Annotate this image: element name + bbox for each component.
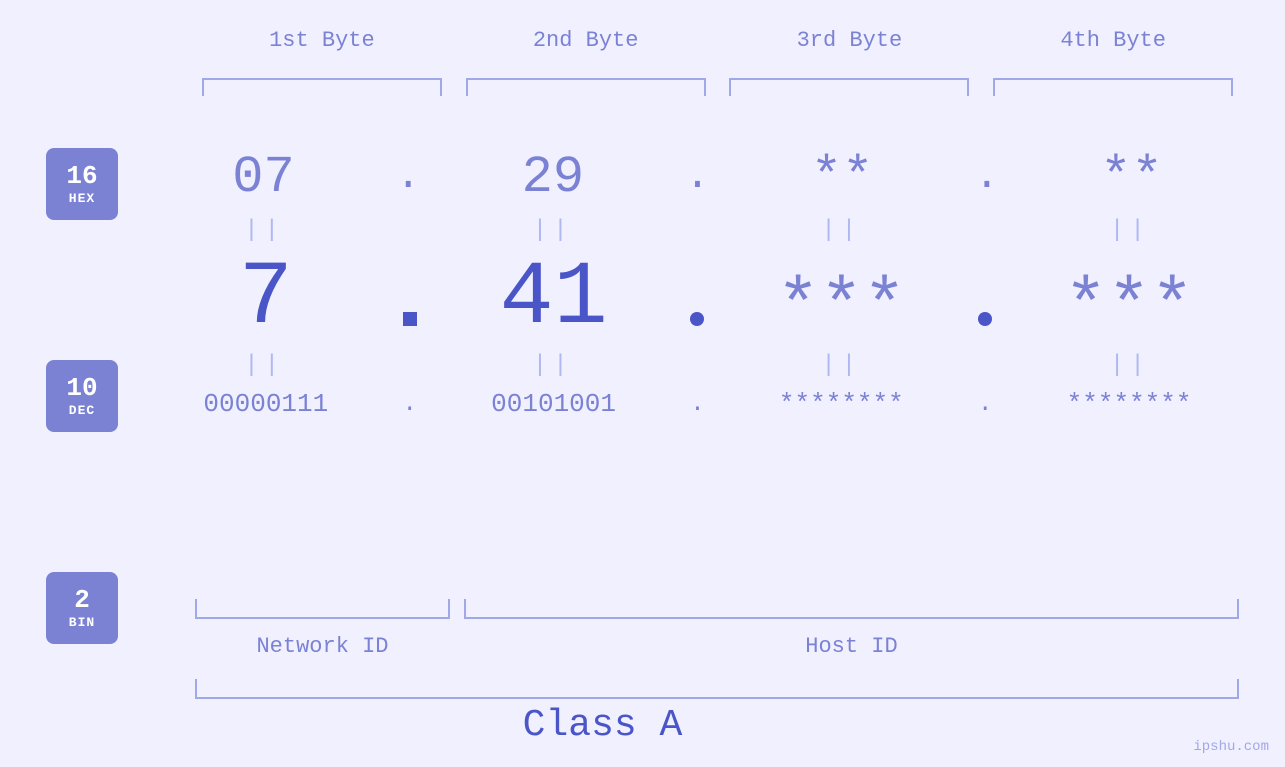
hex-byte1-cell: 07 [149,148,379,207]
dec-byte1-cell: 7 [151,254,381,344]
bin-byte4-cell: ******** [1014,389,1244,419]
main-container: 1st Byte 2nd Byte 3rd Byte 4th Byte 16 H… [0,0,1285,767]
bracket-byte4 [993,78,1233,96]
badge-dec: 10 DEC [46,360,118,432]
bracket-byte3 [729,78,969,96]
bin-dot3: . [978,391,992,418]
network-id-label: Network ID [195,634,450,659]
hex-byte2-cell: 29 [438,148,668,207]
hex-dot1: . [396,152,421,204]
hex-dot2: . [685,152,710,204]
col-header-byte1: 1st Byte [197,28,447,53]
bracket-host-id [464,599,1239,619]
watermark: ipshu.com [1193,739,1269,755]
equals-1-b1: || [150,217,380,244]
dec-byte4-value: *** [1064,267,1194,349]
bin-byte2-value: 00101001 [491,389,616,419]
badge-hex-num: 16 [66,162,97,191]
col-header-byte2: 2nd Byte [461,28,711,53]
dec-byte2-value: 41 [500,248,608,350]
class-a-label: Class A [0,704,1205,747]
badge-bin: 2 BIN [46,572,118,644]
dec-dot1-container [403,312,417,344]
dec-byte1-value: 7 [239,248,293,350]
hex-byte4-cell: ** [1016,148,1246,207]
col-header-byte4: 4th Byte [988,28,1238,53]
column-headers: 1st Byte 2nd Byte 3rd Byte 4th Byte [190,28,1245,53]
equals-1-b3: || [727,217,957,244]
dec-dot2 [690,312,704,326]
equals-2-b2: || [438,352,668,379]
badge-hex: 16 HEX [46,148,118,220]
bin-byte1-value: 00000111 [203,389,328,419]
equals-1-b2: || [438,217,668,244]
dec-byte2-cell: 41 [439,254,669,344]
dec-row: 7 41 *** *** [140,254,1255,344]
badge-dec-num: 10 [66,374,97,403]
equals-2-b4: || [1015,352,1245,379]
bin-byte3-value: ******** [779,389,904,419]
host-id-label: Host ID [464,634,1239,659]
dec-byte3-value: *** [776,267,906,349]
dec-dot2-container [690,312,704,344]
badge-bin-label: BIN [69,615,95,630]
bracket-byte1 [202,78,442,96]
equals-row-1: || || || || [140,217,1255,244]
bottom-sub-brackets [195,599,1239,619]
bin-byte3-cell: ******** [726,389,956,419]
equals-2-b1: || [150,352,380,379]
id-label-row: Network ID Host ID [195,634,1239,659]
top-brackets [190,78,1245,96]
badge-bin-num: 2 [74,586,90,615]
equals-1-b4: || [1015,217,1245,244]
bracket-network-id [195,599,450,619]
bin-dot2: . [690,391,704,418]
equals-row-2: || || || || [140,352,1255,379]
hex-byte2-value: 29 [522,148,584,207]
dec-byte3-cell: *** [726,272,956,344]
bin-byte4-value: ******** [1067,389,1192,419]
big-bottom-bracket [195,679,1239,699]
dec-dot1 [403,312,417,326]
col-header-byte3: 3rd Byte [724,28,974,53]
hex-byte4-value: ** [1100,148,1162,207]
bin-row: 00000111 . 00101001 . ******** . *******… [140,389,1255,419]
dec-dot3 [978,312,992,326]
hex-byte3-value: ** [811,148,873,207]
badge-column: 16 HEX 10 DEC 2 BIN [46,148,118,644]
bin-dot1: . [403,391,417,418]
equals-2-b3: || [727,352,957,379]
badge-hex-label: HEX [69,191,95,206]
hex-byte1-value: 07 [232,148,294,207]
hex-byte3-cell: ** [727,148,957,207]
bin-byte2-cell: 00101001 [439,389,669,419]
bin-byte1-cell: 00000111 [151,389,381,419]
dec-dot3-container [978,312,992,344]
badge-dec-label: DEC [69,403,95,418]
dec-byte4-cell: *** [1014,272,1244,344]
bracket-byte2 [466,78,706,96]
hex-row: 07 . 29 . ** . ** [140,148,1255,207]
hex-dot3: . [974,152,999,204]
